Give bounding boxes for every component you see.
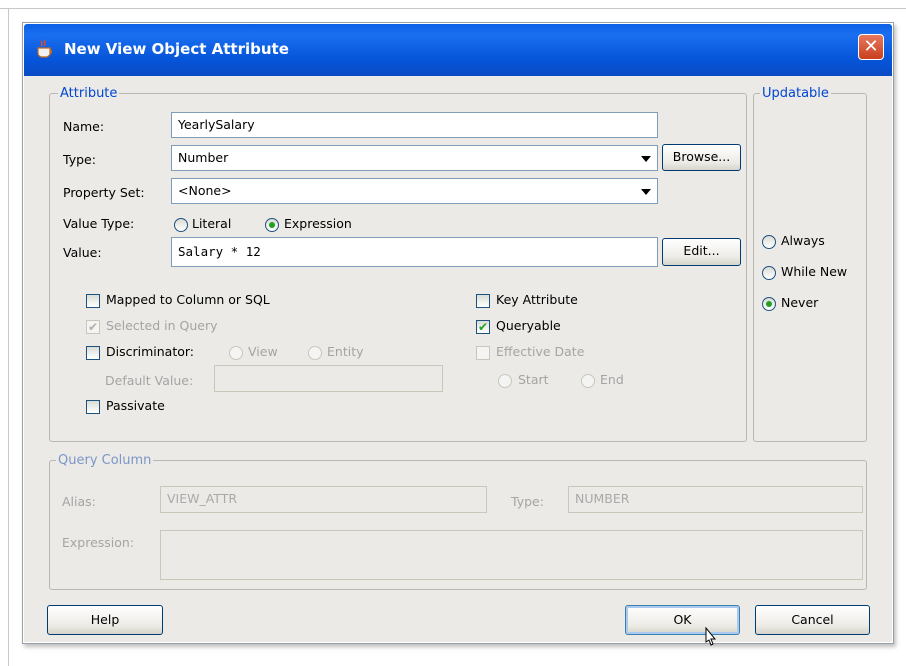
attribute-legend: Attribute bbox=[58, 86, 120, 101]
literal-radio[interactable] bbox=[174, 218, 188, 232]
expression-label: Expression: bbox=[62, 535, 135, 550]
check-icon: ✔ bbox=[477, 320, 489, 334]
expression-field bbox=[160, 530, 863, 580]
qc-type-field: NUMBER bbox=[568, 486, 863, 513]
discriminator-view-radio bbox=[229, 346, 243, 360]
cancel-button[interactable]: Cancel bbox=[755, 605, 870, 635]
alias-label: Alias: bbox=[62, 494, 96, 509]
updatable-always-label[interactable]: Always bbox=[781, 233, 825, 249]
discriminator-checkbox-label[interactable]: Discriminator: bbox=[106, 344, 194, 360]
frame-line-left bbox=[8, 8, 9, 666]
chevron-down-icon[interactable] bbox=[641, 189, 651, 195]
name-field[interactable]: YearlySalary bbox=[171, 112, 658, 138]
edit-button[interactable]: Edit... bbox=[662, 238, 741, 266]
key-attribute-checkbox[interactable] bbox=[476, 294, 490, 308]
effective-date-checkbox bbox=[476, 346, 490, 360]
default-value-label: Default Value: bbox=[105, 373, 194, 388]
name-label: Name: bbox=[63, 119, 105, 134]
help-button[interactable]: Help bbox=[47, 605, 163, 635]
selected-in-query-checkbox: ✔ bbox=[86, 320, 100, 334]
ok-button[interactable]: OK bbox=[625, 605, 740, 635]
expression-radio[interactable] bbox=[265, 218, 279, 232]
effective-end-label: End bbox=[600, 372, 624, 387]
expression-radio-label[interactable]: Expression bbox=[284, 216, 352, 232]
property-set-combo[interactable]: <None> bbox=[171, 178, 658, 204]
discriminator-checkbox[interactable] bbox=[86, 346, 100, 360]
dialog-title: New View Object Attribute bbox=[64, 40, 289, 58]
alias-field: VIEW_ATTR bbox=[160, 486, 487, 513]
mapped-checkbox[interactable] bbox=[86, 294, 100, 308]
updatable-while-new-radio[interactable] bbox=[762, 266, 776, 280]
mapped-checkbox-label[interactable]: Mapped to Column or SQL bbox=[106, 292, 270, 308]
type-combo-value: Number bbox=[178, 150, 229, 165]
java-cup-icon bbox=[34, 38, 56, 60]
mouse-pointer-icon bbox=[701, 626, 721, 656]
effective-start-label: Start bbox=[518, 372, 549, 387]
qc-type-label: Type: bbox=[511, 494, 544, 509]
value-field[interactable]: Salary * 12 bbox=[171, 237, 658, 267]
default-value-field bbox=[214, 365, 443, 392]
radio-selected-dot bbox=[269, 222, 275, 228]
effective-start-radio bbox=[498, 374, 512, 388]
updatable-legend: Updatable bbox=[760, 86, 831, 101]
passivate-checkbox[interactable] bbox=[86, 400, 100, 414]
discriminator-entity-radio bbox=[308, 346, 322, 360]
value-label: Value: bbox=[63, 245, 102, 260]
effective-end-radio bbox=[581, 374, 595, 388]
radio-selected-dot bbox=[766, 301, 772, 307]
queryable-checkbox[interactable]: ✔ bbox=[476, 320, 490, 334]
key-attribute-label[interactable]: Key Attribute bbox=[496, 292, 578, 308]
literal-radio-label[interactable]: Literal bbox=[192, 216, 231, 232]
check-icon: ✔ bbox=[87, 320, 99, 334]
discriminator-entity-label: Entity bbox=[327, 344, 364, 359]
queryable-label[interactable]: Queryable bbox=[496, 318, 561, 334]
selected-in-query-label: Selected in Query bbox=[106, 318, 218, 333]
query-column-legend: Query Column bbox=[56, 453, 154, 468]
frame-line-top bbox=[0, 8, 906, 9]
effective-date-label: Effective Date bbox=[496, 344, 585, 359]
value-type-label: Value Type: bbox=[63, 216, 135, 231]
property-set-value: <None> bbox=[178, 183, 232, 198]
updatable-never-label[interactable]: Never bbox=[781, 295, 818, 311]
updatable-while-new-label[interactable]: While New bbox=[781, 264, 847, 280]
discriminator-view-label: View bbox=[248, 344, 278, 359]
close-button[interactable]: ✕ bbox=[858, 34, 884, 60]
type-label: Type: bbox=[63, 152, 96, 167]
type-combo[interactable]: Number bbox=[171, 145, 658, 171]
browse-button[interactable]: Browse... bbox=[662, 144, 741, 171]
property-set-label: Property Set: bbox=[63, 185, 145, 200]
updatable-always-radio[interactable] bbox=[762, 235, 776, 249]
passivate-checkbox-label[interactable]: Passivate bbox=[106, 398, 165, 414]
chevron-down-icon[interactable] bbox=[641, 156, 651, 162]
updatable-never-radio[interactable] bbox=[762, 297, 776, 311]
